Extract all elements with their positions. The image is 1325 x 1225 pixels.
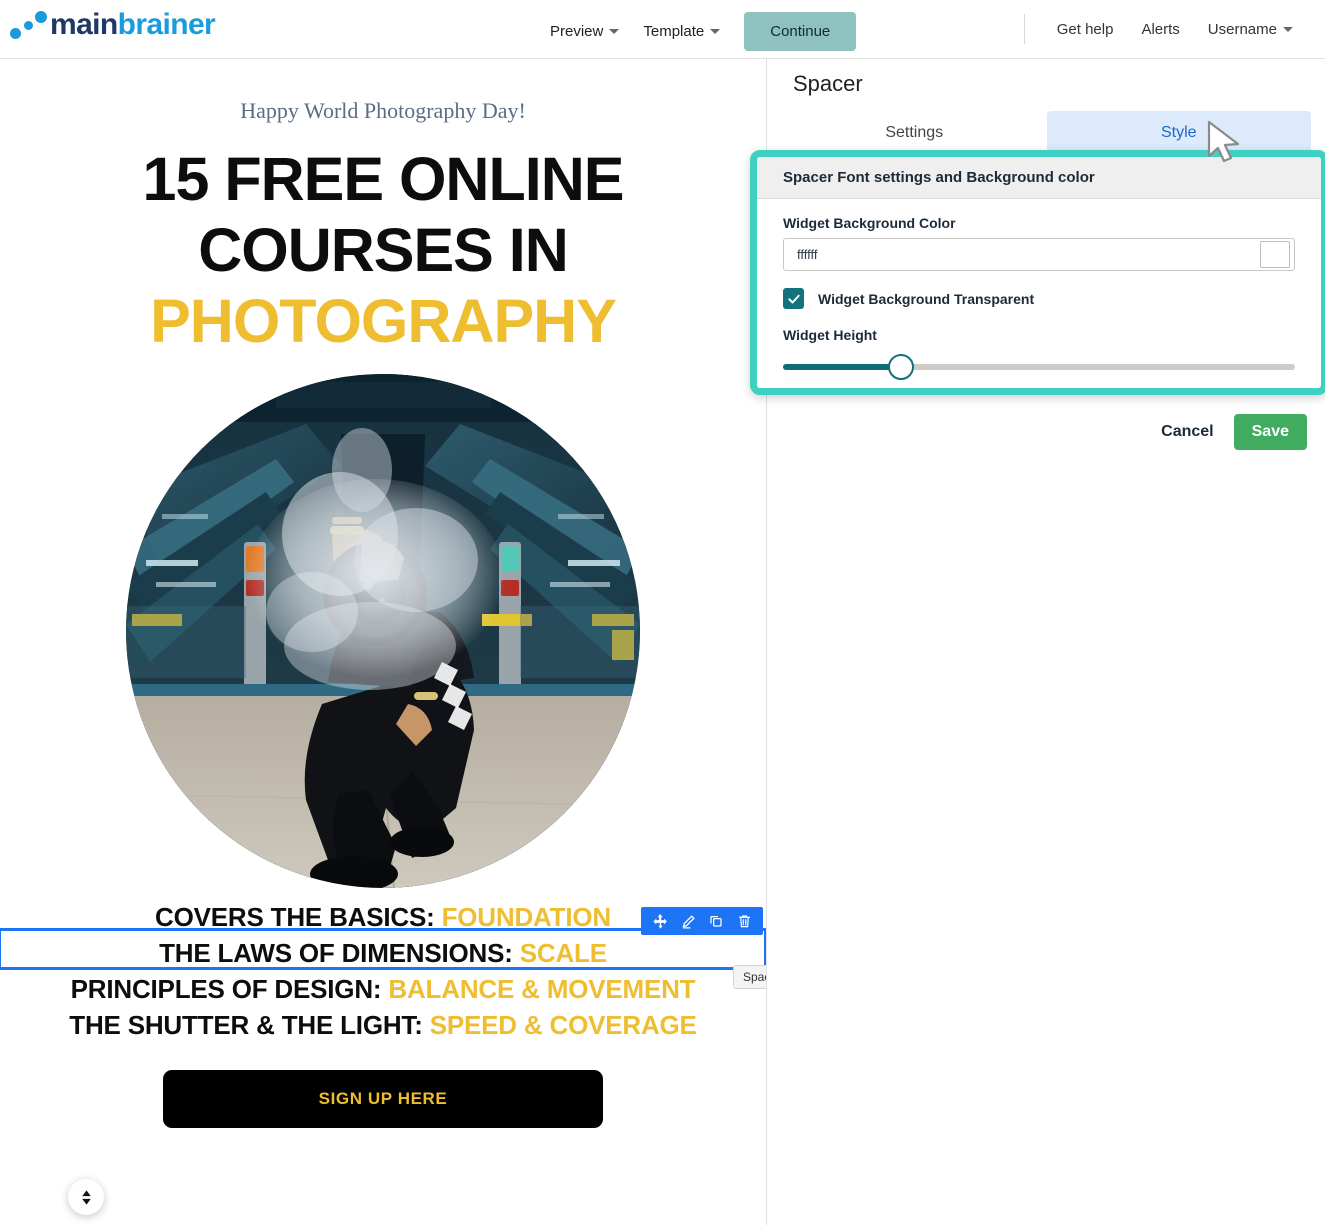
chevron-down-icon bbox=[710, 29, 721, 34]
bullet-row: PRINCIPLES OF DESIGN: BALANCE & MOVEMENT bbox=[0, 972, 766, 1008]
bullet-value: BALANCE & MOVEMENT bbox=[388, 974, 696, 1004]
background-color-label: Widget Background Color bbox=[783, 215, 956, 231]
photographer-photo-illustration bbox=[126, 374, 640, 889]
tab-style[interactable]: Style bbox=[1046, 111, 1311, 155]
email-headline[interactable]: 15 FREE ONLINE COURSES IN PHOTOGRAPHY bbox=[0, 144, 766, 356]
headline-line-2: COURSES IN bbox=[198, 215, 569, 284]
panel-action-buttons: Cancel Save bbox=[1161, 414, 1307, 450]
slider-knob[interactable] bbox=[887, 354, 914, 380]
email-preheader[interactable]: Happy World Photography Day! bbox=[0, 98, 766, 124]
nav-item-preview[interactable]: Preview bbox=[538, 14, 631, 49]
transparent-checkbox-row[interactable]: Widget Background Transparent bbox=[783, 288, 1295, 309]
widget-height-slider[interactable] bbox=[783, 354, 1295, 380]
sign-up-button[interactable]: SIGN UP HERE bbox=[163, 1069, 603, 1128]
bullet-label: PRINCIPLES OF DESIGN: bbox=[70, 974, 382, 1004]
cancel-button[interactable]: Cancel bbox=[1161, 423, 1213, 441]
panel-title: Spacer bbox=[793, 71, 863, 96]
cta-container: SIGN UP HERE bbox=[0, 1069, 766, 1128]
nav-item-template[interactable]: Template bbox=[631, 14, 732, 49]
chevron-down-icon bbox=[1283, 26, 1293, 32]
chevron-down-icon bbox=[609, 29, 620, 34]
nav-item-username-label: Username bbox=[1207, 20, 1277, 38]
trash-icon[interactable] bbox=[731, 908, 757, 934]
bullet-value: SPEED & COVERAGE bbox=[429, 1009, 697, 1040]
move-icon[interactable] bbox=[647, 908, 673, 934]
headline-line-1: 15 FREE ONLINE bbox=[142, 145, 625, 213]
pencil-icon[interactable] bbox=[675, 908, 701, 934]
nav-item-get-help-label: Get help bbox=[1056, 20, 1114, 38]
nav-item-alerts-label: Alerts bbox=[1141, 20, 1180, 38]
widget-toolbar bbox=[641, 907, 763, 935]
nav-divider bbox=[1023, 14, 1025, 44]
hero-image-container[interactable] bbox=[0, 374, 766, 889]
headline-line-3: PHOTOGRAPHY bbox=[150, 286, 617, 355]
logo-dots-icon bbox=[10, 11, 50, 39]
bullet-row: THE SHUTTER & THE LIGHT: SPEED & COVERAG… bbox=[0, 1008, 766, 1044]
widget-settings-panel: Spacer Settings Style Spacer Font settin… bbox=[750, 59, 1325, 1225]
style-section-header: Spacer Font settings and Background colo… bbox=[757, 157, 1321, 199]
continue-button[interactable]: Continue bbox=[744, 12, 857, 51]
logo-text-secondary: brainer bbox=[117, 8, 216, 41]
bullet-label: THE SHUTTER & THE LIGHT: bbox=[69, 1009, 423, 1040]
nav-item-get-help[interactable]: Get help bbox=[1043, 15, 1128, 44]
save-button[interactable]: Save bbox=[1233, 414, 1307, 450]
photographer-photo[interactable] bbox=[126, 374, 640, 889]
duplicate-icon[interactable] bbox=[703, 908, 729, 934]
style-section-highlight: Spacer Font settings and Background colo… bbox=[750, 150, 1325, 395]
mainbrainer-logo[interactable]: mainbrainer bbox=[10, 8, 216, 41]
nav-item-alerts[interactable]: Alerts bbox=[1127, 15, 1193, 44]
transparent-checkbox[interactable] bbox=[783, 288, 804, 309]
tab-settings[interactable]: Settings bbox=[782, 111, 1047, 155]
top-navigation-bar: mainbrainer Preview Template Continue Ge… bbox=[0, 0, 1325, 59]
slider-track-fill bbox=[783, 364, 901, 370]
application-window: mainbrainer Preview Template Continue Ge… bbox=[0, 0, 1325, 1225]
logo-text-primary: main bbox=[50, 8, 118, 41]
nav-item-preview-label: Preview bbox=[550, 23, 604, 40]
background-color-input[interactable] bbox=[784, 247, 1260, 262]
widget-height-label: Widget Height bbox=[783, 327, 877, 343]
checkmark-icon bbox=[787, 294, 800, 303]
transparent-checkbox-label: Widget Background Transparent bbox=[818, 290, 1035, 307]
nav-item-username[interactable]: Username bbox=[1194, 15, 1307, 44]
reorder-sections-button[interactable] bbox=[68, 1179, 104, 1215]
primary-nav: Preview Template Continue bbox=[538, 12, 857, 51]
up-down-arrows-icon bbox=[81, 1189, 91, 1205]
color-swatch-preview[interactable] bbox=[1260, 241, 1290, 268]
email-canvas[interactable]: Happy World Photography Day! 15 FREE ONL… bbox=[0, 59, 767, 1225]
nav-item-template-label: Template bbox=[643, 23, 705, 40]
secondary-nav: Get help Alerts Username bbox=[1023, 14, 1307, 44]
background-color-field[interactable] bbox=[783, 238, 1295, 271]
widget-type-tag: Spacer bbox=[733, 965, 766, 989]
panel-tabs: Settings Style bbox=[768, 111, 1325, 155]
